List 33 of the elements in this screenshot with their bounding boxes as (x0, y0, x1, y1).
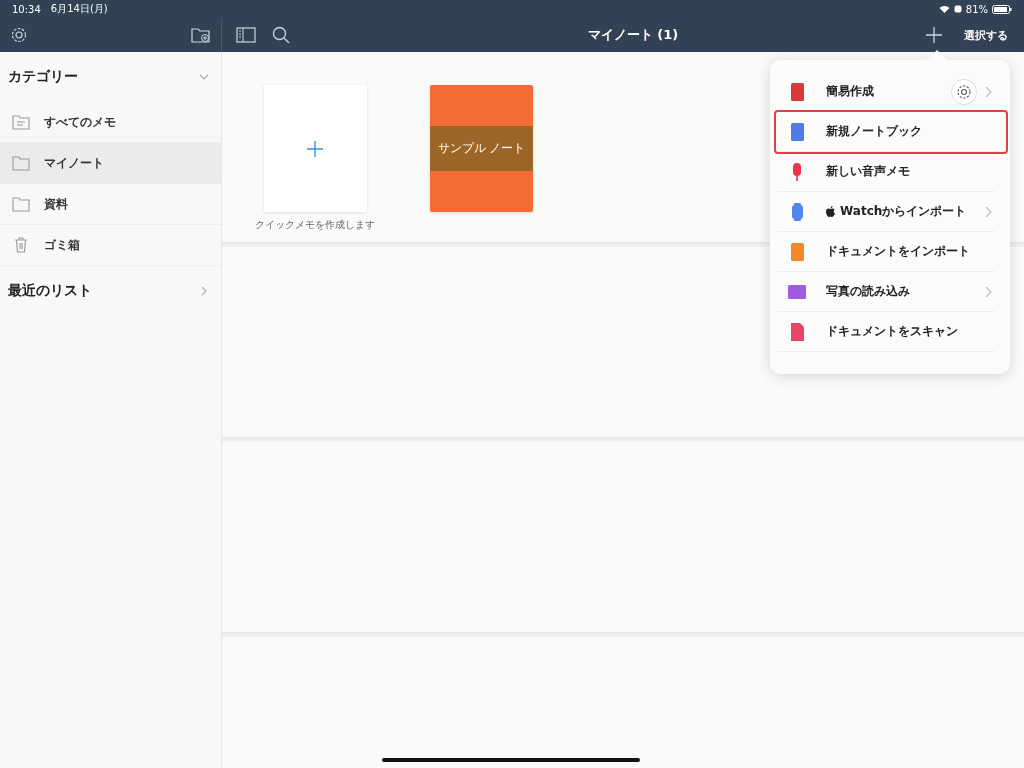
section-header[interactable]: 最近のリスト (0, 266, 221, 316)
sidebar-item[interactable]: ゴミ箱 (0, 225, 221, 266)
menu-item[interactable]: Watchからインポート (778, 192, 994, 232)
select-button[interactable]: 選択する (964, 27, 1008, 43)
trash-icon (12, 237, 30, 253)
menu-item[interactable]: 新しい音声メモ (778, 152, 994, 192)
menu-item[interactable]: ドキュメントをインポート (778, 232, 994, 272)
battery-percent: 81% (965, 3, 988, 15)
quick-memo-caption: クイックメモを作成します (255, 218, 375, 232)
sidebar-item[interactable]: マイノート (0, 143, 221, 184)
menu-item[interactable]: 新規ノートブック (776, 112, 1006, 152)
wifi-icon (938, 5, 950, 13)
battery-icon (992, 4, 1012, 14)
section-header[interactable]: カテゴリー (0, 52, 221, 102)
notebook-cover[interactable]: サンプル ノート (430, 85, 533, 212)
settings-icon[interactable] (10, 26, 28, 44)
folder-icon (12, 155, 30, 171)
menu-item[interactable]: 写真の読み込み (778, 272, 994, 312)
status-date: 6月14日(月) (50, 2, 108, 16)
plus-icon (307, 140, 323, 157)
add-folder-icon[interactable] (191, 26, 211, 44)
note-folder-icon (12, 114, 30, 130)
menu-item[interactable]: ドキュメントをスキャン (778, 312, 994, 352)
menu-item[interactable]: 簡易作成 (778, 72, 994, 112)
status-time: 10:34 (12, 3, 41, 15)
notebook-title: サンプル ノート (430, 126, 533, 171)
settings-icon[interactable] (951, 78, 977, 105)
folder-icon (12, 196, 30, 212)
search-icon[interactable] (272, 26, 290, 44)
nav-title: マイノート (1) (586, 26, 680, 44)
add-icon[interactable] (926, 27, 942, 43)
sidebar-toggle-icon[interactable] (236, 27, 256, 43)
sidebar-item[interactable]: 資料 (0, 184, 221, 225)
